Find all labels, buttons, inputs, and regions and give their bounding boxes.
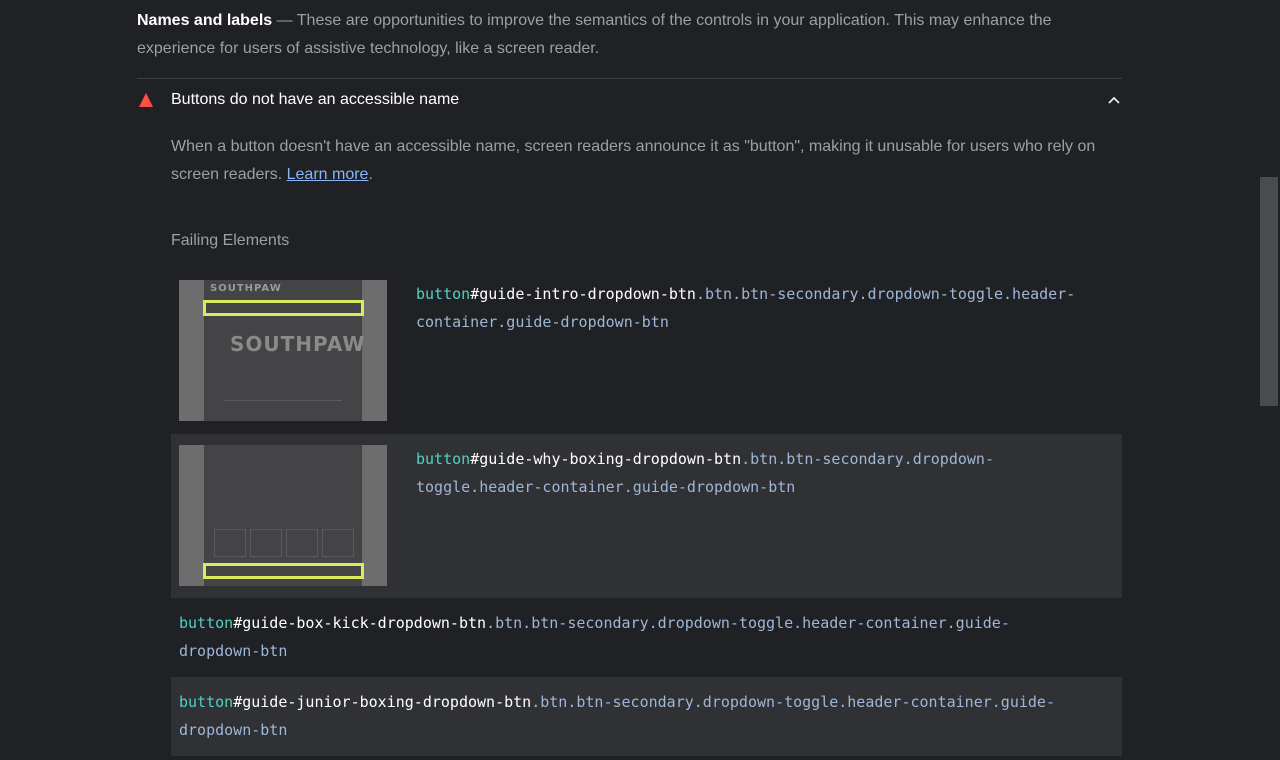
element-screenshot: [179, 445, 387, 586]
failing-element-row: button#guide-box-kick-dropdown-btn.btn.b…: [171, 598, 1122, 676]
selector-tag: button: [416, 450, 471, 468]
element-highlight: [203, 563, 364, 579]
chevron-up-icon[interactable]: [1106, 92, 1122, 108]
element-selector: button#guide-box-kick-dropdown-btn.btn.b…: [179, 609, 1079, 665]
thumbnail-logo: SOUTHPAW: [210, 283, 282, 294]
selector-id: #guide-box-kick-dropdown-btn: [233, 614, 487, 632]
fail-triangle-icon: [139, 93, 153, 107]
audit-description: When a button doesn't have an accessible…: [171, 133, 1116, 189]
description-period: .: [368, 166, 373, 183]
failing-element-row: button#guide-junior-boxing-dropdown-btn.…: [171, 677, 1122, 756]
element-selector: button#guide-junior-boxing-dropdown-btn.…: [179, 688, 1109, 744]
selector-tag: button: [416, 285, 471, 303]
selector-id: #guide-why-boxing-dropdown-btn: [470, 450, 742, 468]
failing-element-row: SOUTHPAW SOUTHPAW button#guide-intro-dro…: [171, 272, 1122, 433]
audit-header[interactable]: Buttons do not have an accessible name: [137, 86, 1122, 114]
failing-element-row: button#guide-why-boxing-dropdown-btn.btn…: [171, 434, 1122, 598]
audit-group: Names and labels — These are opportuniti…: [137, 0, 1122, 756]
failing-elements-label: Failing Elements: [171, 232, 290, 249]
thumbnail-line: [224, 400, 342, 401]
element-selector: button#guide-why-boxing-dropdown-btn.btn…: [416, 445, 1066, 501]
thumbnail-card: [286, 529, 318, 557]
thumbnail-card: [214, 529, 246, 557]
group-title: Names and labels: [137, 12, 273, 29]
element-screenshot: SOUTHPAW SOUTHPAW: [179, 280, 387, 421]
thumbnail-card: [322, 529, 354, 557]
scrollbar[interactable]: [1258, 0, 1280, 760]
element-selector: button#guide-intro-dropdown-btn.btn.btn-…: [416, 280, 1116, 336]
group-description-text: These are opportunities to improve the s…: [137, 12, 1052, 57]
selector-id: #guide-intro-dropdown-btn: [470, 285, 696, 303]
scrollbar-thumb[interactable]: [1260, 177, 1278, 406]
selector-tag: button: [179, 614, 234, 632]
group-description: Names and labels — These are opportuniti…: [137, 7, 1122, 63]
selector-id: #guide-junior-boxing-dropdown-btn: [233, 693, 532, 711]
group-separator: —: [276, 12, 293, 29]
divider: [137, 78, 1122, 79]
thumbnail-hero-text: SOUTHPAW: [230, 332, 366, 356]
element-highlight: [203, 300, 364, 316]
audit-title: Buttons do not have an accessible name: [171, 91, 460, 108]
thumbnail-card: [250, 529, 282, 557]
selector-tag: button: [179, 693, 234, 711]
learn-more-link[interactable]: Learn more: [287, 166, 369, 183]
